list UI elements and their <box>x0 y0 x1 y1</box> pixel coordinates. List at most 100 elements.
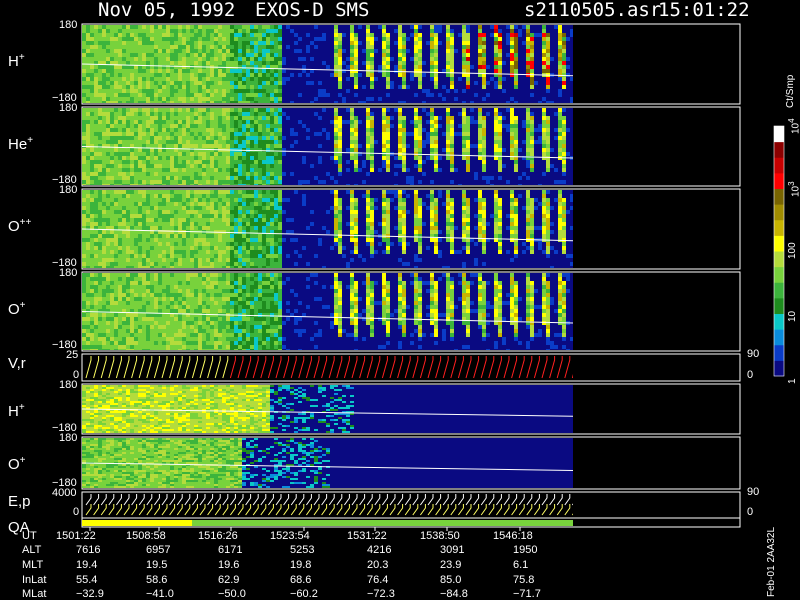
spectrogram-cell <box>442 29 446 33</box>
spectrogram-cell <box>138 156 142 160</box>
spectrogram-cell <box>194 81 198 85</box>
spectrogram-cell <box>538 49 542 53</box>
spectrogram-cell <box>458 93 462 97</box>
spectrogram-cell <box>478 168 482 172</box>
spectrogram-cell <box>422 120 426 124</box>
spectrogram-cell <box>386 33 390 37</box>
spectrogram-cell <box>538 124 542 128</box>
spectrogram-cell <box>290 168 294 172</box>
spectrogram-cell <box>474 53 478 57</box>
spectrogram-cell <box>138 136 142 140</box>
spectrogram-cell <box>490 144 494 148</box>
spectrogram-cell <box>110 45 114 49</box>
spectrogram-cell <box>546 33 550 37</box>
spectrogram-cell <box>194 156 198 160</box>
spectrogram-cell <box>434 77 438 81</box>
spectrogram-cell <box>194 152 198 156</box>
spectrogram-cell <box>478 172 482 176</box>
spectrogram-cell <box>86 120 90 124</box>
spectrogram-cell <box>466 69 470 73</box>
spectrogram-cell <box>510 97 514 101</box>
spectrogram-cell <box>382 45 386 49</box>
spectrogram-cell <box>314 172 318 176</box>
spectrogram-cell <box>286 164 290 168</box>
spectrogram-cell <box>538 180 542 184</box>
spectrogram-cell <box>518 124 522 128</box>
spectrogram-cell <box>530 57 534 61</box>
spectrogram-cell <box>402 108 406 112</box>
spectrogram-cell <box>102 168 106 172</box>
spectrogram-cell <box>198 81 202 85</box>
spectrogram-cell <box>342 184 346 185</box>
spectrogram-cell <box>182 164 186 168</box>
spectrogram-cell <box>554 89 558 93</box>
spectrogram-cell <box>330 164 334 168</box>
spectrogram-cell <box>450 97 454 101</box>
spectrogram-cell <box>514 61 518 65</box>
spectrogram-cell <box>510 184 514 185</box>
spectrogram-cell <box>542 144 546 148</box>
spectrogram-cell <box>446 29 450 33</box>
spectrogram-cell <box>322 156 326 160</box>
spectrogram-cell <box>82 77 86 81</box>
spectrogram-cell <box>218 160 222 164</box>
spectrogram-cell <box>554 168 558 172</box>
spectrogram-cell <box>478 120 482 124</box>
spectrogram-cell <box>494 148 498 152</box>
spectrogram-cell <box>538 45 542 49</box>
spectrogram-cell <box>558 29 562 33</box>
spectrogram-cell <box>318 29 322 33</box>
spectrogram-cell <box>170 144 174 148</box>
spectrogram-cell <box>202 45 206 49</box>
spectrogram-cell <box>494 140 498 144</box>
spectrogram-cell <box>350 81 354 85</box>
spectrogram-cell <box>90 140 94 144</box>
spectrogram-cell <box>146 136 150 140</box>
spectrogram-cell <box>442 89 446 93</box>
spectrogram-cell <box>110 81 114 85</box>
spectrogram-cell <box>94 116 98 120</box>
spectrogram-cell <box>170 116 174 120</box>
spectrogram-cell <box>270 45 274 49</box>
spectrogram-cell <box>474 49 478 53</box>
spectrogram-cell <box>338 184 342 185</box>
spectrogram-cell <box>530 180 534 184</box>
spectrogram-cell <box>162 124 166 128</box>
spectrogram-cell <box>182 37 186 41</box>
spectrogram-cell <box>414 37 418 41</box>
spectrogram-cell <box>278 176 282 180</box>
spectrogram-cell <box>274 184 278 185</box>
spectrogram-cell <box>258 49 262 53</box>
spectrogram-cell <box>194 77 198 81</box>
spectrogram-cell <box>482 184 486 185</box>
spectrogram-cell <box>82 194 86 198</box>
spectrogram-cell <box>238 116 242 120</box>
spectrogram-cell <box>214 101 218 103</box>
spectrogram-cell <box>562 29 566 33</box>
spectrogram-cell <box>182 61 186 65</box>
spectrogram-cell <box>438 128 442 132</box>
spectrogram-cell <box>450 180 454 184</box>
spectrogram-cell <box>110 180 114 184</box>
spectrogram-cell <box>166 176 170 180</box>
spectrogram-cell <box>542 108 546 112</box>
spectrogram-cell <box>454 77 458 81</box>
spectrogram-cell <box>206 57 210 61</box>
spectrogram-cell <box>358 45 362 49</box>
spectrogram-cell <box>494 112 498 116</box>
spectrogram-cell <box>274 176 278 180</box>
spectrogram-cell <box>202 81 206 85</box>
spectrogram-cell <box>198 97 202 101</box>
spectrogram-cell <box>270 101 274 103</box>
spectrogram-cell <box>498 148 502 152</box>
spectrogram-cell <box>230 85 234 89</box>
spectrogram-cell <box>166 45 170 49</box>
spectrogram-cell <box>454 41 458 45</box>
spectrogram-cell <box>218 57 222 61</box>
spectrogram-cell <box>354 156 358 160</box>
spectrogram-cell <box>406 73 410 77</box>
spectrogram-cell <box>290 89 294 93</box>
spectrogram-cell <box>386 49 390 53</box>
spectrogram-cell <box>350 116 354 120</box>
spectrogram-cell <box>170 156 174 160</box>
